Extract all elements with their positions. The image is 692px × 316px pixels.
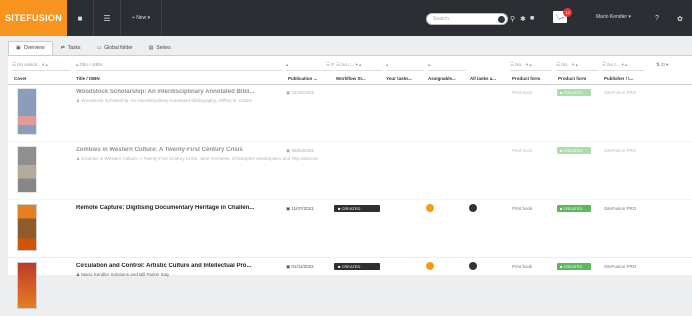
publisher: SiteFusion PRO xyxy=(604,148,637,153)
tab-tasks[interactable]: ⇄ Tasks xyxy=(53,41,89,54)
book-authors: ♟ Zombies in Western Culture: A Twenty-F… xyxy=(76,156,319,161)
workflow-status-badge: ■ CREATED xyxy=(334,205,380,212)
folder-icon: ▭ xyxy=(96,45,102,51)
publication-date: ▣ 11/07/2021 xyxy=(286,206,314,211)
publication-date: ▣ 05/03/2022 xyxy=(286,148,315,153)
filter-row: ☰ No selecti... ▾ ▴ ▴ Title / ISBN ▴ ☰ P… xyxy=(8,60,692,72)
product-form: Print book xyxy=(512,264,533,269)
publication-filter-b[interactable]: ☰ Publica... ▴ xyxy=(326,60,334,71)
publication-date: ▣ 01/15/2022 xyxy=(286,90,315,95)
book-authors: ♟ Woodstock Scholarship: An Interdiscipl… xyxy=(76,98,253,103)
bookmark-icon[interactable]: ■ xyxy=(530,15,534,22)
all-tasks-indicator[interactable] xyxy=(469,262,477,270)
book-cover-image[interactable] xyxy=(17,146,37,193)
tab-overview[interactable]: ▣ Overview xyxy=(8,41,53,55)
status-badge: ■ CREATED xyxy=(557,147,591,154)
col-cover[interactable]: Cover xyxy=(14,76,27,81)
tab-label: Series xyxy=(156,45,171,51)
user-menu[interactable]: Mario Kendler ▾ xyxy=(596,14,631,20)
tab-series[interactable]: ▤ Series xyxy=(141,41,179,54)
workflow-filter[interactable]: ☰ No c... ▾ ▴ xyxy=(336,60,382,71)
column-settings-icon[interactable]: ⇅ ⊡ ▾ xyxy=(656,60,686,71)
table-row[interactable]: Zombies in Western Culture: A Twenty-Fir… xyxy=(8,143,692,200)
all-tasks-indicator[interactable] xyxy=(469,204,477,212)
product-form-status-filter[interactable]: ☰ No... ▾ ▴ xyxy=(556,60,598,71)
clear-search-icon[interactable] xyxy=(498,16,505,23)
assignable-indicator[interactable] xyxy=(426,204,434,212)
book-title[interactable]: Circulation and Control: Artistic Cultur… xyxy=(76,263,284,269)
app-logo[interactable]: SITEFUSION xyxy=(0,0,67,36)
status-badge: ■ CREATED xyxy=(557,89,591,96)
book-cover-image[interactable] xyxy=(17,88,37,135)
assignable-indicator[interactable] xyxy=(426,262,434,270)
col-your-tasks[interactable]: Your tasks... xyxy=(386,76,412,81)
workflow-status-badge: ■ CREATED xyxy=(334,263,380,270)
search-input[interactable]: Search xyxy=(426,13,508,25)
tab-label: Tasks xyxy=(67,45,81,51)
new-button[interactable]: + New ▾ xyxy=(121,0,161,36)
series-icon: ▤ xyxy=(148,45,154,51)
product-form: Print book xyxy=(512,90,533,95)
col-product-form-status[interactable]: Product form xyxy=(558,76,586,81)
book-title[interactable]: Woodstock Scholarship: An Interdisciplin… xyxy=(76,89,284,95)
col-publisher[interactable]: Publisher / I... xyxy=(604,76,633,81)
tasks-icon: ⇄ xyxy=(60,45,65,51)
help-icon[interactable]: ? xyxy=(655,15,659,22)
your-tasks-filter[interactable]: ▴ xyxy=(386,60,424,71)
book-cover-image[interactable] xyxy=(17,204,37,251)
col-title[interactable]: Title / ISBN xyxy=(76,76,100,81)
publisher: SiteFusion PRO xyxy=(604,264,637,269)
mail-count-badge: 12 xyxy=(563,8,572,17)
book-authors: ♟ Mario Kendler Solutions and Bill Parke… xyxy=(76,272,170,277)
top-navigation-bar: SITEFUSION ■ ☰ + New ▾ xyxy=(0,0,692,36)
settings-icon[interactable]: ✱ xyxy=(520,15,526,23)
product-form-filter[interactable]: ☰ No... ▾ ▴ xyxy=(510,60,552,71)
table-row[interactable]: Woodstock Scholarship: An Interdisciplin… xyxy=(8,85,692,142)
tab-label: Overview xyxy=(23,45,45,51)
search-placeholder: Search xyxy=(433,16,449,22)
title-filter[interactable]: ▴ Title / ISBN xyxy=(76,60,282,71)
col-publication[interactable]: Publication ... xyxy=(288,76,317,81)
tab-bar: ▣ Overview ⇄ Tasks ▭ Global folder ▤ Series xyxy=(8,41,179,55)
tab-global-folder[interactable]: ▭ Global folder xyxy=(89,41,141,54)
tab-label: Global folder xyxy=(104,45,133,51)
status-badge: ■ CREATED xyxy=(557,263,591,270)
product-form: Print book xyxy=(512,206,533,211)
publisher: SiteFusion PRO xyxy=(604,90,637,95)
search-icon[interactable]: ⚲ xyxy=(510,15,515,23)
book-title[interactable]: Remote Capture: Digitising Documentary H… xyxy=(76,205,284,211)
gear-icon[interactable]: ✿ xyxy=(677,15,683,23)
table-row[interactable]: Remote Capture: Digitising Documentary H… xyxy=(8,201,692,258)
col-product-form[interactable]: Product form xyxy=(512,76,540,81)
publication-filter-a[interactable]: ▴ xyxy=(286,60,326,71)
publisher: SiteFusion PRO xyxy=(604,206,637,211)
cover-filter[interactable]: ☰ No selecti... ▾ ▴ xyxy=(12,60,70,71)
book-title[interactable]: Zombies in Western Culture: A Twenty-Fir… xyxy=(76,147,284,153)
product-form: Print book xyxy=(512,148,533,153)
overview-icon: ▣ xyxy=(16,45,21,51)
toolbar-divider xyxy=(161,0,162,36)
col-all-tasks[interactable]: All tasks a... xyxy=(470,76,496,81)
col-workflow[interactable]: Workflow St... xyxy=(336,76,366,81)
book-cover-image[interactable] xyxy=(17,262,37,309)
table-row[interactable]: Circulation and Control: Artistic Cultur… xyxy=(8,259,692,316)
publication-date: ▣ 01/11/2022 xyxy=(286,264,314,269)
col-assignable[interactable]: Assignable... xyxy=(428,76,456,81)
dashboard-icon[interactable]: ■ xyxy=(67,0,93,36)
menu-icon[interactable]: ☰ xyxy=(94,0,120,36)
assignable-filter[interactable]: ▴ xyxy=(428,60,466,71)
overview-panel: ☰ No selecti... ▾ ▴ ▴ Title / ISBN ▴ ☰ P… xyxy=(8,55,692,316)
publisher-filter[interactable]: ☰ No c... ▾ ▴ xyxy=(602,60,644,71)
status-badge: ■ CREATED xyxy=(557,205,591,212)
